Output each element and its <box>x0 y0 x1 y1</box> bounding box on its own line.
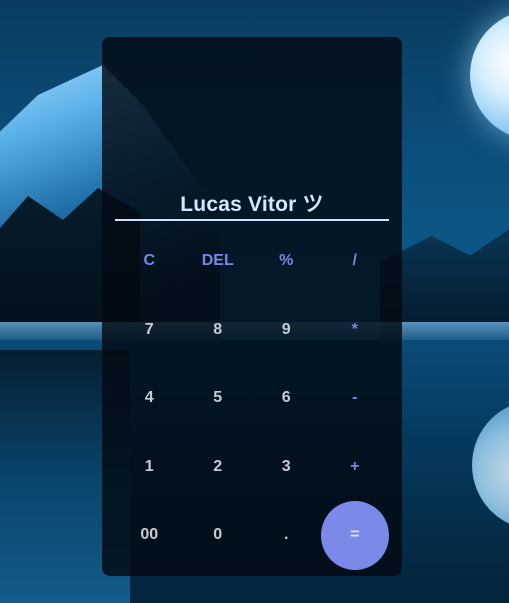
delete-button[interactable]: DEL <box>184 227 253 296</box>
digit-0-button[interactable]: 0 <box>184 501 253 570</box>
subtract-button[interactable]: - <box>321 364 390 433</box>
key-row: C DEL % / <box>115 227 389 296</box>
digit-5-button[interactable]: 5 <box>184 364 253 433</box>
equals-button[interactable]: = <box>320 500 389 570</box>
calculator-display: Lucas Vitor ツ <box>115 187 389 221</box>
equals-circle: = <box>320 500 389 570</box>
display-value: Lucas Vitor ツ <box>180 193 324 216</box>
keypad: C DEL % / 7 8 9 * 4 5 6 - 1 2 3 + 00 0 . <box>115 227 389 570</box>
digit-7-button[interactable]: 7 <box>115 296 184 365</box>
multiply-button[interactable]: * <box>321 296 390 365</box>
double-zero-button[interactable]: 00 <box>115 501 184 570</box>
digit-9-button[interactable]: 9 <box>252 296 321 365</box>
digit-8-button[interactable]: 8 <box>184 296 253 365</box>
decimal-point-button[interactable]: . <box>252 501 321 570</box>
digit-4-button[interactable]: 4 <box>115 364 184 433</box>
digit-2-button[interactable]: 2 <box>184 433 253 502</box>
digit-3-button[interactable]: 3 <box>252 433 321 502</box>
digit-1-button[interactable]: 1 <box>115 433 184 502</box>
key-row: 00 0 . = <box>115 500 389 570</box>
calculator: Lucas Vitor ツ C DEL % / 7 8 9 * 4 5 6 - … <box>102 37 402 576</box>
add-button[interactable]: + <box>321 433 390 502</box>
key-row: 4 5 6 - <box>115 364 389 433</box>
percent-button[interactable]: % <box>252 227 321 296</box>
divide-button[interactable]: / <box>321 227 390 296</box>
key-row: 1 2 3 + <box>115 433 389 502</box>
digit-6-button[interactable]: 6 <box>252 364 321 433</box>
clear-button[interactable]: C <box>115 227 184 296</box>
key-row: 7 8 9 * <box>115 296 389 365</box>
